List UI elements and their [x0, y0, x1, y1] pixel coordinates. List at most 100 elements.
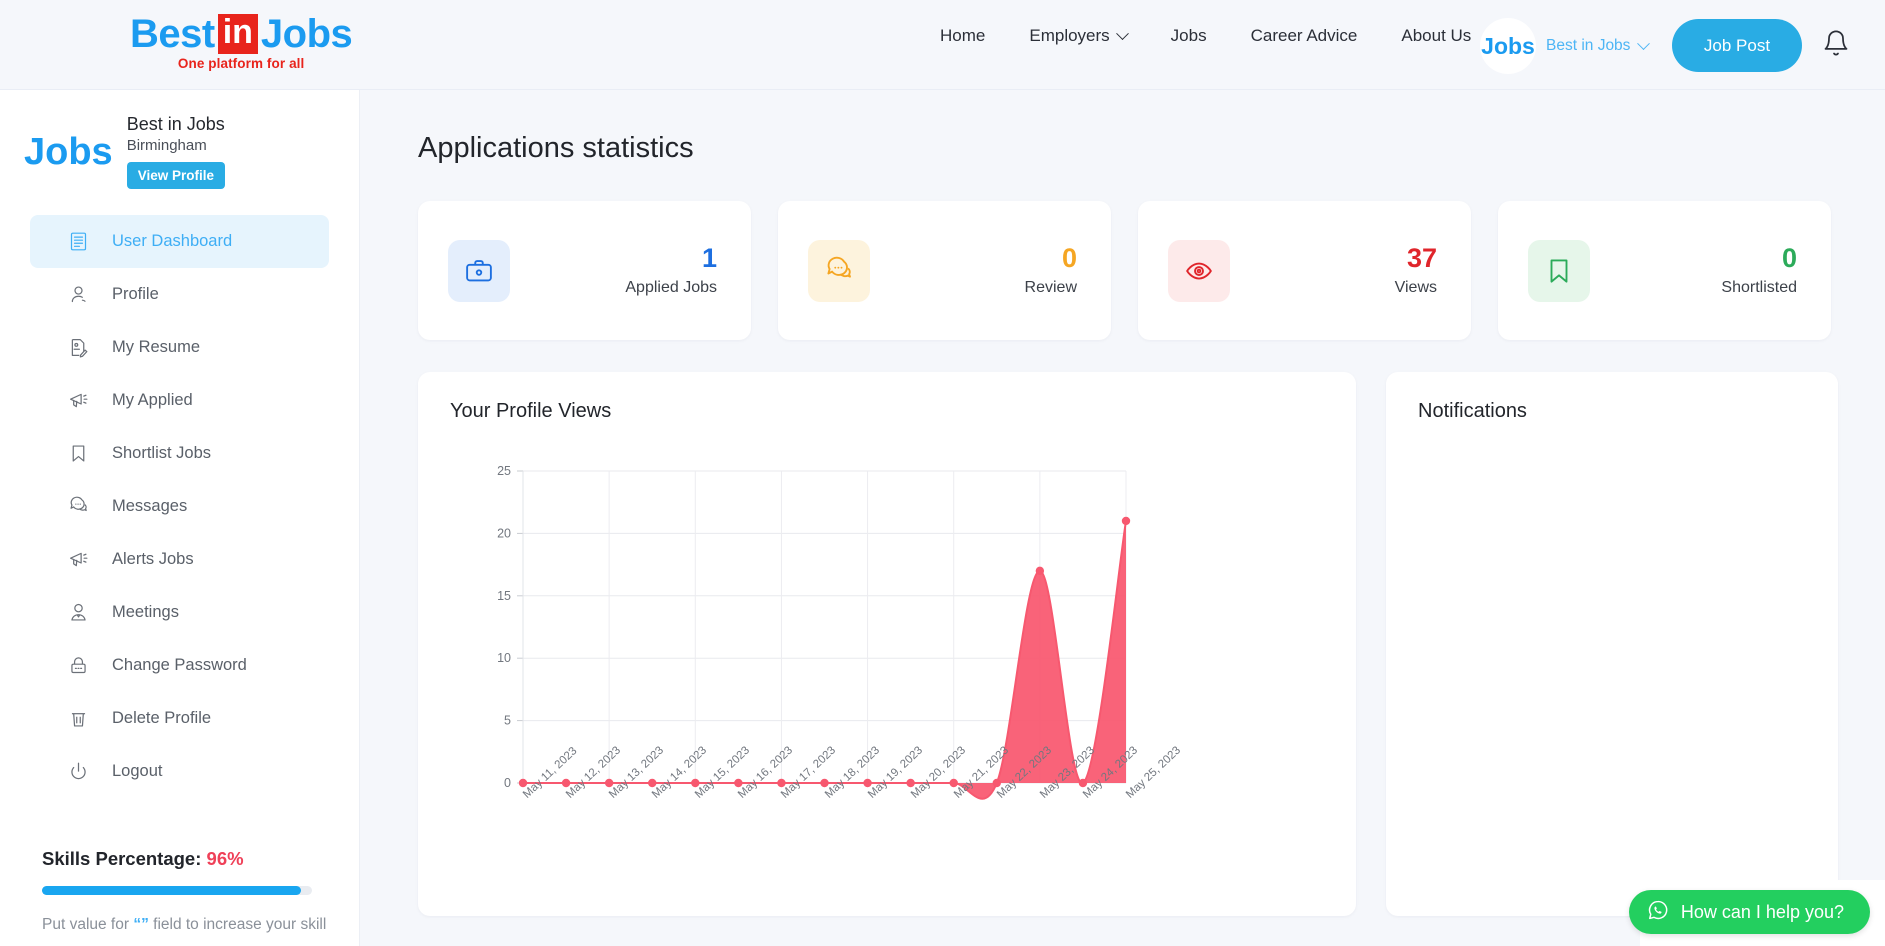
sidebar-menu: User Dashboard Profile My Resume My Appl…: [0, 215, 359, 798]
nav-item-jobs[interactable]: Jobs: [1171, 26, 1207, 46]
user-name-text: Best in Jobs: [1546, 37, 1631, 54]
logo-wordmark: Best in Jobs: [130, 12, 353, 56]
skills-title: Skills Percentage: 96%: [42, 848, 332, 870]
sidebar: Jobs Best in Jobs Birmingham View Profil…: [0, 90, 360, 946]
top-header: Best in Jobs One platform for all Home E…: [0, 0, 1885, 90]
skills-progress-bar: [42, 885, 312, 895]
stat-label: Applied Jobs: [625, 278, 717, 296]
logo-tagline: One platform for all: [177, 56, 305, 71]
avatar: Jobs: [1480, 18, 1536, 74]
sidebar-item-delete-profile[interactable]: Delete Profile: [30, 692, 329, 745]
hint-quote: “”: [133, 915, 149, 933]
sidebar-item-label: Delete Profile: [112, 709, 212, 727]
notifications-title: Notifications: [1418, 400, 1527, 422]
sidebar-item-label: Alerts Jobs: [112, 550, 194, 568]
nav-item-home[interactable]: Home: [940, 26, 985, 46]
stat-card-shortlisted[interactable]: 0 Shortlisted: [1498, 201, 1831, 340]
stat-value: 1: [701, 243, 717, 274]
nav-label: About Us: [1401, 26, 1472, 45]
sidebar-profile: Jobs Best in Jobs Birmingham View Profil…: [0, 90, 359, 197]
whatsapp-chat-button[interactable]: How can I help you?: [1628, 890, 1870, 934]
stat-value: 0: [1781, 243, 1797, 274]
sidebar-item-label: Change Password: [112, 656, 247, 674]
hint-after: field to increase your skill: [148, 915, 327, 933]
sidebar-item-shortlist-jobs[interactable]: Shortlist Jobs: [30, 427, 329, 480]
resume-icon: [66, 336, 90, 360]
nav-label: Employers: [1029, 26, 1110, 45]
nav-label: Home: [940, 26, 986, 45]
sidebar-item-label: My Applied: [112, 391, 193, 409]
sidebar-item-meetings[interactable]: Meetings: [30, 586, 329, 639]
sidebar-item-profile[interactable]: Profile: [30, 268, 329, 321]
profile-views-chart[interactable]: 0 5 10 15 20 25 May 11, 2023 May 12, 2023 May 1…: [418, 423, 1356, 903]
sidebar-profile-name: Best in Jobs: [126, 114, 225, 134]
profile-views-panel: Your Profile Views 0 5 10 15 20 25 May 11, 20…: [418, 372, 1356, 916]
sidebar-profile-location: Birmingham: [126, 137, 207, 154]
user-icon: [66, 283, 90, 307]
power-icon: [66, 760, 90, 784]
user-menu-label[interactable]: Best in Jobs: [1546, 36, 1651, 55]
bell-icon[interactable]: [1822, 28, 1850, 58]
stat-value: 0: [1061, 243, 1077, 274]
dashboard-panels: Your Profile Views 0 5 10 15 20 25 May 11, 20…: [418, 372, 1885, 916]
sidebar-item-label: Messages: [112, 497, 188, 515]
logo-text-jobs: Jobs: [260, 12, 353, 56]
sidebar-item-my-applied[interactable]: My Applied: [30, 374, 329, 427]
stat-card-views[interactable]: 37 Views: [1138, 201, 1471, 340]
bookmark-icon: [1528, 239, 1590, 302]
megaphone-icon: [66, 389, 90, 413]
chevron-down-icon: [1637, 36, 1651, 50]
chat-icon: [808, 239, 870, 302]
nav-label: Career Advice: [1250, 26, 1358, 45]
skills-percent-value: 96%: [206, 847, 244, 869]
megaphone-icon: [66, 548, 90, 572]
sidebar-item-label: My Resume: [112, 338, 201, 356]
sidebar-item-label: Profile: [112, 285, 159, 303]
sidebar-item-user-dashboard[interactable]: User Dashboard: [30, 215, 329, 268]
hint-before: Put value for: [42, 915, 134, 933]
eye-icon: [1168, 239, 1230, 302]
chart-x-axis-labels: May 11, 2023 May 12, 2023 May 13, 2023 May …: [418, 423, 1356, 903]
job-post-button[interactable]: Job Post: [1672, 19, 1802, 72]
briefcase-icon: [448, 239, 510, 302]
site-logo[interactable]: Best in Jobs One platform for all: [130, 12, 353, 71]
profile-views-title: Your Profile Views: [450, 400, 612, 422]
user-menu[interactable]: Jobs Best in Jobs: [1480, 18, 1651, 74]
sidebar-item-label: Logout: [112, 762, 163, 780]
chevron-down-icon: [1115, 26, 1129, 40]
trash-icon: [66, 707, 90, 731]
stat-value: 37: [1406, 243, 1437, 274]
skills-progress-fill: [42, 885, 302, 895]
nav-item-about-us[interactable]: About Us: [1401, 26, 1471, 46]
stat-label: Review: [1024, 278, 1077, 296]
skills-label: Skills Percentage:: [42, 847, 202, 869]
dashboard-icon: [66, 230, 90, 254]
sidebar-item-change-password[interactable]: Change Password: [30, 639, 329, 692]
chat-icon: [66, 495, 90, 519]
sidebar-item-alerts-jobs[interactable]: Alerts Jobs: [30, 533, 329, 586]
sidebar-item-label: Shortlist Jobs: [112, 444, 212, 462]
notifications-panel: Notifications: [1386, 372, 1838, 916]
main-content: Applications statistics 1 Applied Jobs 0…: [360, 90, 1885, 946]
sidebar-item-label: User Dashboard: [112, 232, 233, 250]
nav-label: Jobs: [1170, 26, 1207, 45]
sidebar-item-my-resume[interactable]: My Resume: [30, 321, 329, 374]
sidebar-item-messages[interactable]: Messages: [30, 480, 329, 533]
bookmark-icon: [66, 442, 90, 466]
stat-card-review[interactable]: 0 Review: [778, 201, 1111, 340]
stat-label: Views: [1394, 278, 1437, 296]
stat-card-applied-jobs[interactable]: 1 Applied Jobs: [418, 201, 751, 340]
logo-text-in: in: [217, 14, 258, 54]
whatsapp-icon: [1647, 899, 1669, 926]
nav-item-employers[interactable]: Employers: [1029, 26, 1129, 46]
sidebar-item-label: Meetings: [112, 603, 179, 621]
page-title: Applications statistics: [418, 132, 694, 164]
logo-text-best: Best: [130, 12, 215, 56]
sidebar-item-logout[interactable]: Logout: [30, 745, 329, 798]
chat-widget-label: How can I help you?: [1680, 901, 1844, 922]
view-profile-button[interactable]: View Profile: [126, 162, 225, 189]
stat-cards: 1 Applied Jobs 0 Review 37 Views 0 Short…: [418, 201, 1885, 340]
main-navigation: Home Employers Jobs Career Advice About …: [940, 26, 1471, 46]
nav-item-career-advice[interactable]: Career Advice: [1251, 26, 1358, 46]
skills-percentage-section: Skills Percentage: 96% Put value for “” …: [0, 848, 359, 946]
